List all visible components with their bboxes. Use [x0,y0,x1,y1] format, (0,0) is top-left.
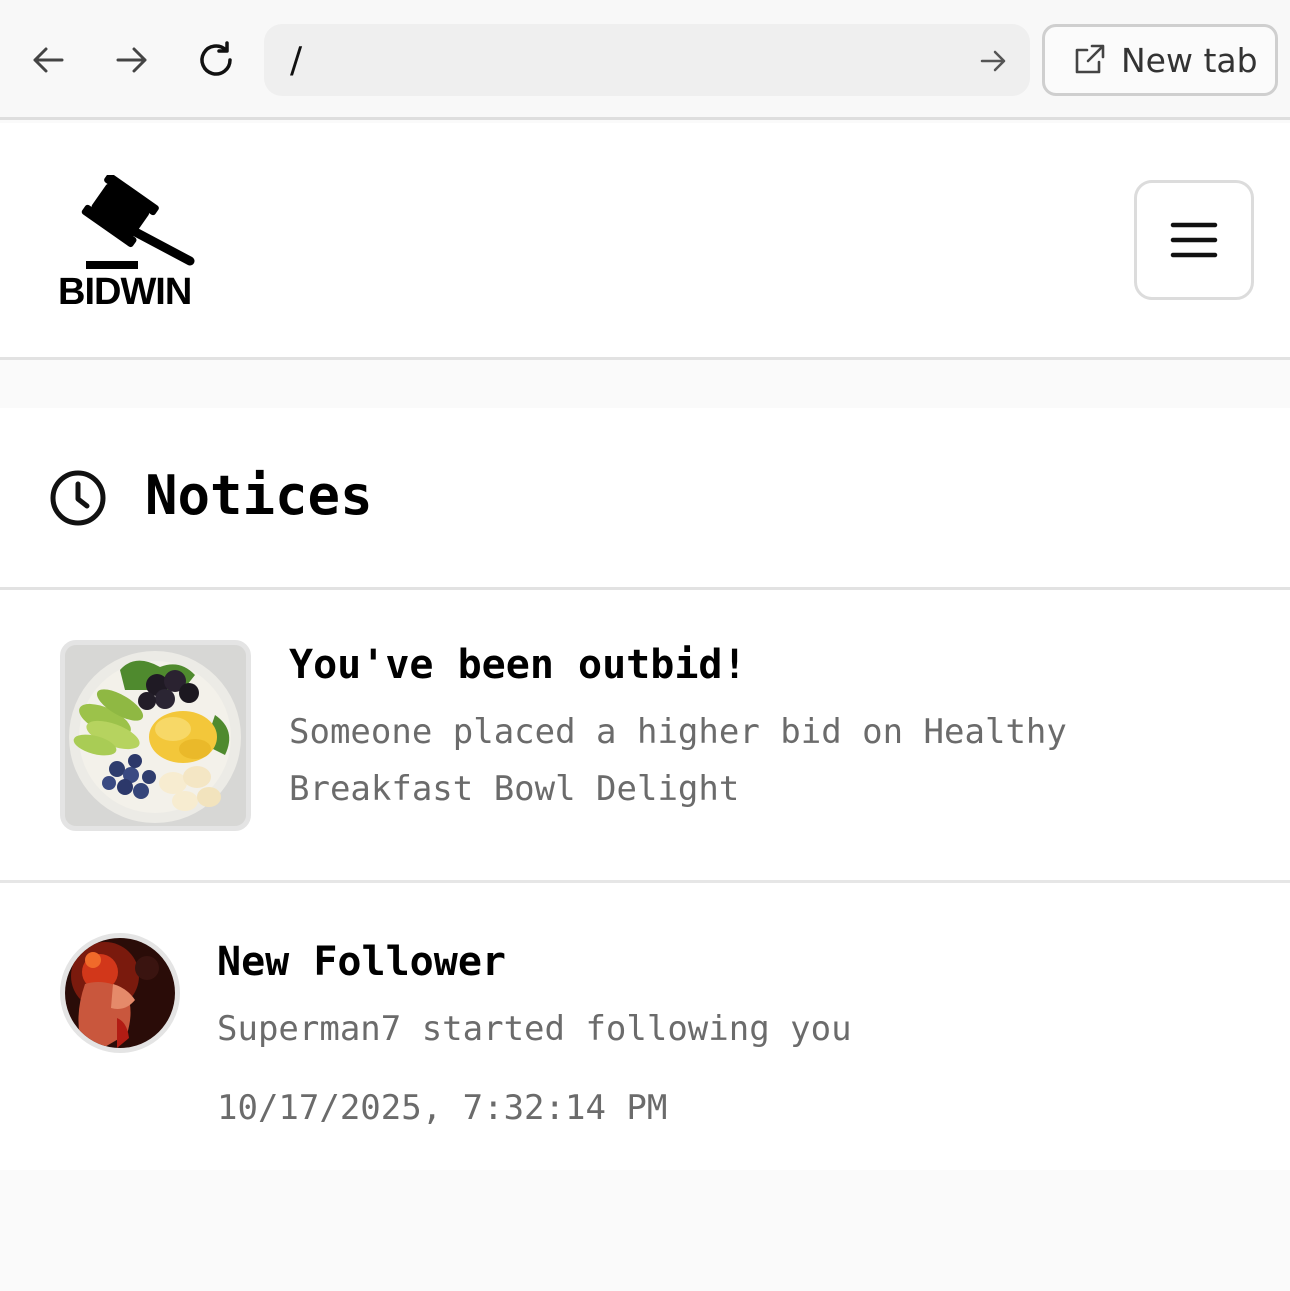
notice-timestamp: 10/17/2025, 7:32:14 PM [217,1088,668,1128]
user-avatar [60,933,180,1053]
reload-button[interactable] [190,34,242,86]
new-tab-label: New tab [1121,40,1258,80]
menu-button[interactable] [1134,180,1254,300]
back-button[interactable] [22,34,74,86]
url-input[interactable] [290,36,970,84]
go-button[interactable] [978,46,1008,76]
notice-message: Someone placed a higher bid on Healthy B… [289,712,1067,809]
arrow-left-icon [33,47,64,73]
forward-button[interactable] [106,34,158,86]
reload-icon [200,41,232,76]
bidwin-logo[interactable]: BIDWIN [56,172,208,313]
notice-title: New Follower [217,939,506,985]
new-tab-button[interactable]: New tab [1042,24,1278,96]
external-link-icon [1075,44,1105,74]
notice-title: You've been outbid! [289,642,747,688]
hamburger-icon [1170,222,1218,258]
logo-text: BIDWIN [58,271,192,313]
notice-message: Superman7 started following you [217,1009,852,1049]
clock-icon [50,470,106,526]
notice-item-outbid[interactable]: You've been outbid! Someone placed a hig… [0,593,1290,883]
notice-item-new-follower[interactable]: New Follower Superman7 started following… [0,886,1290,1170]
address-bar [264,24,1030,96]
app-header: BIDWIN [0,123,1290,360]
breakfast-bowl-thumbnail [60,640,251,831]
notices-header: Notices [0,408,1290,590]
notices-panel: Notices You've been outbid! Someone plac… [0,408,1290,1170]
page-title: Notices [145,464,373,527]
gavel-icon [81,172,195,269]
arrow-right-icon [116,47,147,73]
browser-toolbar: New tab [0,0,1290,120]
